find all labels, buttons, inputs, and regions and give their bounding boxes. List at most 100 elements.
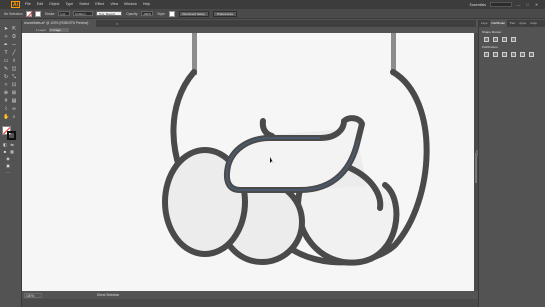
menu-select[interactable]: Select bbox=[79, 0, 89, 9]
close-button[interactable]: ✕ bbox=[534, 2, 539, 7]
pen-tool-icon[interactable]: ✒ bbox=[3, 42, 9, 48]
tab-transform[interactable]: Tran bbox=[507, 20, 517, 27]
right-hanger-bar bbox=[391, 33, 396, 75]
fill-swatch[interactable] bbox=[25, 10, 32, 17]
divide-icon[interactable] bbox=[484, 52, 489, 57]
scale-tool-icon[interactable]: ⤡ bbox=[11, 74, 17, 80]
drawing-mode-icon[interactable]: ◉ bbox=[5, 156, 11, 162]
tab-layers[interactable]: Laye bbox=[479, 20, 490, 27]
maximize-button[interactable]: □ bbox=[525, 2, 530, 7]
image-select[interactable]: 1 Image bbox=[49, 28, 70, 32]
document-tab[interactable]: showelbelts.ai* @ 100% (RGB/GPU Preview) bbox=[22, 20, 96, 27]
lasso-tool-icon[interactable]: ᘓ bbox=[11, 34, 17, 40]
shape-modes-label: Shape Modes: bbox=[482, 30, 502, 34]
merge-icon[interactable] bbox=[502, 52, 507, 57]
pathfinder-panel: Laye Pathfinder Tran Appe Grap Shape Mod… bbox=[478, 20, 545, 307]
outline-icon[interactable] bbox=[520, 52, 525, 57]
fill-stroke-widget[interactable] bbox=[2, 126, 16, 140]
tools-panel: ➤ ⇱ ✧ ᘓ ✒ ∽ T ╱ ▭ ℓ ✎ ◫ ↻ ⤡ ≈ ⊡ ⊕ ⊞ # ▤ … bbox=[0, 20, 22, 307]
vertical-scroll-thumb[interactable] bbox=[475, 153, 477, 183]
stroke-color-icon[interactable] bbox=[7, 131, 16, 140]
minus-back-icon[interactable] bbox=[529, 52, 534, 57]
preferences-button[interactable]: Preferences bbox=[212, 10, 238, 17]
minimize-button[interactable]: — bbox=[516, 2, 521, 7]
selection-tool-icon[interactable]: ➤ bbox=[3, 26, 9, 32]
stroke-label: Stroke: bbox=[44, 11, 56, 16]
rectangle-tool-icon[interactable]: ▭ bbox=[3, 58, 9, 64]
document-tab-bar: showelbelts.ai* @ 100% (RGB/GPU Preview)… bbox=[22, 20, 476, 27]
artwork bbox=[162, 33, 430, 266]
menu-edit[interactable]: Edit bbox=[37, 0, 43, 9]
shape-builder-tool-icon[interactable]: ⊕ bbox=[3, 90, 9, 96]
workspace-switcher[interactable]: Essentials bbox=[470, 3, 486, 7]
zoom-field[interactable]: 100% bbox=[24, 292, 42, 298]
horizontal-scrollbar[interactable] bbox=[22, 299, 478, 307]
line-tool-icon[interactable]: ╱ bbox=[11, 50, 17, 56]
artboard-canvas[interactable] bbox=[22, 33, 474, 291]
zoom-tool-icon[interactable]: ⌕ bbox=[11, 114, 17, 120]
left-hanger-bar bbox=[192, 33, 197, 75]
default-colors-icon[interactable]: ◧ bbox=[2, 142, 8, 148]
pencil-tool-icon[interactable]: ✎ bbox=[3, 66, 9, 72]
opacity-field[interactable]: 100% bbox=[141, 11, 154, 16]
magic-wand-tool-icon[interactable]: ✧ bbox=[3, 34, 9, 40]
tab-close-icon[interactable]: × bbox=[116, 20, 118, 27]
style-swatch[interactable] bbox=[168, 10, 175, 17]
rotate-tool-icon[interactable]: ↻ bbox=[3, 74, 9, 80]
menu-view[interactable]: View bbox=[110, 0, 118, 9]
crop-icon[interactable] bbox=[511, 52, 516, 57]
swap-colors-icon[interactable]: ⇆ bbox=[9, 142, 15, 148]
paintbrush-tool-icon[interactable]: ℓ bbox=[11, 58, 17, 64]
stroke-swatch[interactable] bbox=[34, 10, 41, 17]
blend-tool-icon[interactable]: ∞ bbox=[11, 106, 17, 112]
tab-pathfinder[interactable]: Pathfinder bbox=[489, 20, 508, 27]
brush-select[interactable]: 5 pt. Round bbox=[96, 11, 123, 16]
pathfinders-label: Pathfinders: bbox=[482, 45, 499, 49]
menu-bar: Ai File Edit Object Type Select Effect V… bbox=[0, 0, 545, 9]
screen-mode-icon[interactable]: ▣ bbox=[5, 163, 11, 169]
unite-icon[interactable] bbox=[484, 37, 489, 42]
perspective-grid-tool-icon[interactable]: ⊞ bbox=[11, 90, 17, 96]
menu-window[interactable]: Window bbox=[124, 0, 137, 9]
mesh-tool-icon[interactable]: # bbox=[3, 98, 9, 104]
panel-tabs: Laye Pathfinder Tran Appe Grap bbox=[479, 20, 545, 27]
menu-effect[interactable]: Effect bbox=[95, 0, 104, 9]
current-tool-status: Direct Selection bbox=[97, 293, 120, 297]
intersect-icon[interactable] bbox=[502, 37, 507, 42]
exclude-icon[interactable] bbox=[511, 37, 516, 42]
menu-help[interactable]: Help bbox=[143, 0, 150, 9]
search-input[interactable] bbox=[490, 2, 512, 7]
pathfinders-row bbox=[484, 52, 534, 57]
layer-label[interactable]: 1 Layer bbox=[36, 28, 46, 32]
tab-graphic-styles[interactable]: Grap bbox=[528, 20, 539, 27]
gradient-tool-icon[interactable]: ▤ bbox=[11, 98, 17, 104]
direct-selection-tool-icon[interactable]: ⇱ bbox=[11, 26, 17, 32]
opacity-label: Opacity: bbox=[126, 11, 139, 16]
menu-type[interactable]: Type bbox=[65, 0, 73, 9]
trim-icon[interactable] bbox=[493, 52, 498, 57]
stroke-weight-field[interactable]: 1 pt bbox=[58, 11, 71, 16]
color-mode-icon[interactable]: ■ bbox=[2, 149, 8, 155]
free-transform-tool-icon[interactable]: ⊡ bbox=[11, 82, 17, 88]
hand-tool-icon[interactable]: ✋ bbox=[3, 114, 9, 120]
tab-appearance[interactable]: Appe bbox=[517, 20, 528, 27]
width-tool-icon[interactable]: ≈ bbox=[3, 82, 9, 88]
edit-toolbar-icon[interactable]: ⋯ bbox=[5, 170, 11, 176]
eyedropper-tool-icon[interactable]: ⌇ bbox=[3, 106, 9, 112]
illustrator-window: Ai File Edit Object Type Select Effect V… bbox=[0, 0, 545, 307]
curvature-tool-icon[interactable]: ∽ bbox=[11, 42, 17, 48]
eraser-tool-icon[interactable]: ◫ bbox=[11, 66, 17, 72]
selection-status: No Selection bbox=[4, 11, 23, 16]
menu-items: File Edit Object Type Select Effect View… bbox=[25, 0, 150, 9]
gradient-mode-icon[interactable]: ▦ bbox=[9, 149, 15, 155]
document-setup-button[interactable]: Document Setup bbox=[178, 10, 209, 17]
menu-object[interactable]: Object bbox=[49, 0, 59, 9]
type-tool-icon[interactable]: T bbox=[3, 50, 9, 56]
style-label: Style: bbox=[157, 11, 166, 16]
minus-front-icon[interactable] bbox=[493, 37, 498, 42]
menubar-right: Essentials — □ ✕ bbox=[470, 0, 539, 9]
shape-modes-row bbox=[484, 37, 516, 42]
menu-file[interactable]: File bbox=[25, 0, 31, 9]
app-logo: Ai bbox=[11, 1, 20, 8]
profile-select[interactable]: Uniform bbox=[73, 11, 94, 16]
